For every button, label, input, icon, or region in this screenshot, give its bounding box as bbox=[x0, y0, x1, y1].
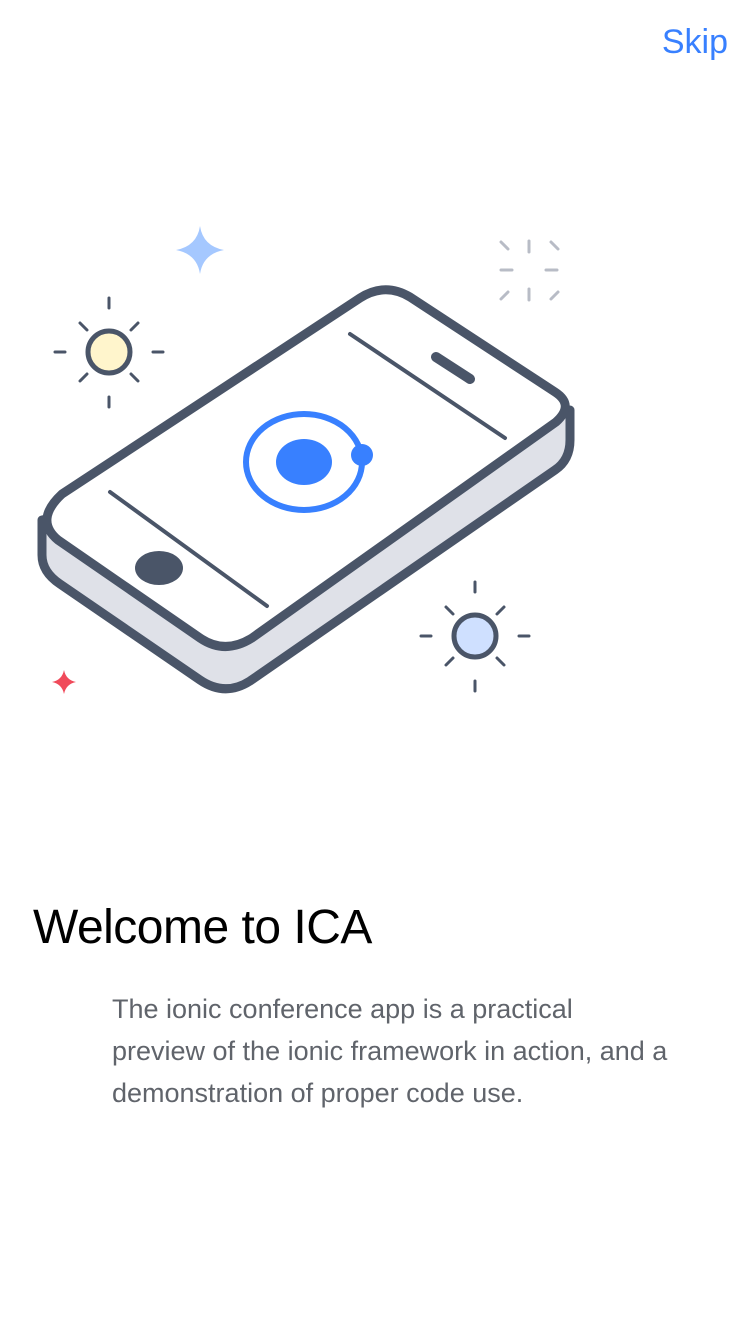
slide-description: The ionic conference app is a practical … bbox=[112, 994, 668, 1108]
burst-icon bbox=[499, 239, 560, 302]
sun-icon bbox=[53, 296, 165, 409]
skip-button[interactable]: Skip bbox=[662, 20, 728, 64]
slide-title: Welcome to ICA bbox=[33, 901, 372, 954]
sun-blue-icon bbox=[419, 580, 531, 693]
phone-illustration bbox=[37, 226, 575, 694]
red-star-icon bbox=[52, 670, 76, 694]
sparkle-star-icon bbox=[176, 226, 224, 274]
